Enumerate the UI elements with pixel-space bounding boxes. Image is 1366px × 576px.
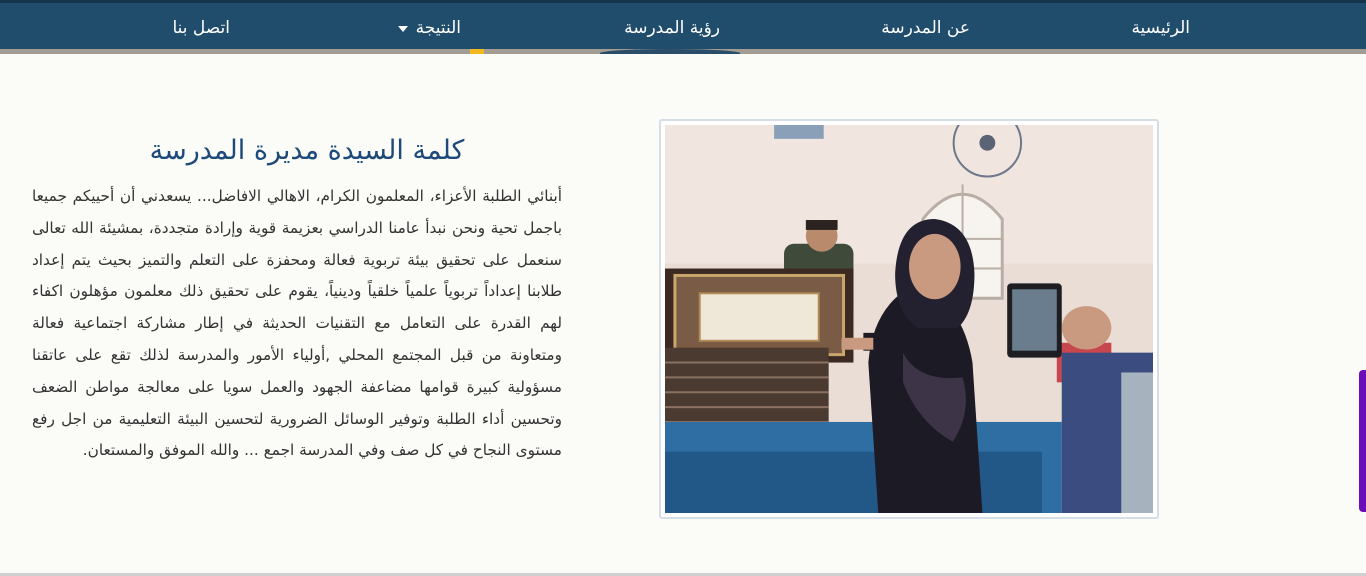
- nav-contact-link[interactable]: اتصل بنا: [172, 17, 230, 39]
- caret-down-icon: [397, 26, 408, 32]
- nav-home-link[interactable]: الرئيسية: [1131, 17, 1190, 39]
- principal-photo-frame: [659, 119, 1159, 519]
- nav-about-link[interactable]: عن المدرسة: [881, 17, 970, 39]
- nav-active-indicator: [600, 49, 740, 54]
- principal-photo: [665, 125, 1153, 513]
- nav-result-dropdown[interactable]: النتيجة: [397, 17, 461, 39]
- page-title: كلمة السيدة مديرة المدرسة: [149, 135, 465, 166]
- top-navbar: الرئيسية عن المدرسة رؤية المدرسة النتيجة…: [0, 0, 1366, 49]
- principal-message: كلمة السيدة مديرة المدرسة أبنائي الطلبة …: [32, 133, 562, 467]
- nav-result-label: النتيجة: [415, 18, 461, 38]
- nav-accent-yellow: [470, 49, 484, 54]
- side-scroll-indicator[interactable]: [1359, 370, 1366, 512]
- certificate-plaques: [665, 268, 854, 447]
- nav-vision-link[interactable]: رؤية المدرسة: [624, 17, 720, 39]
- message-body: أبنائي الطلبة الأعزاء، المعلمون الكرام، …: [32, 187, 562, 460]
